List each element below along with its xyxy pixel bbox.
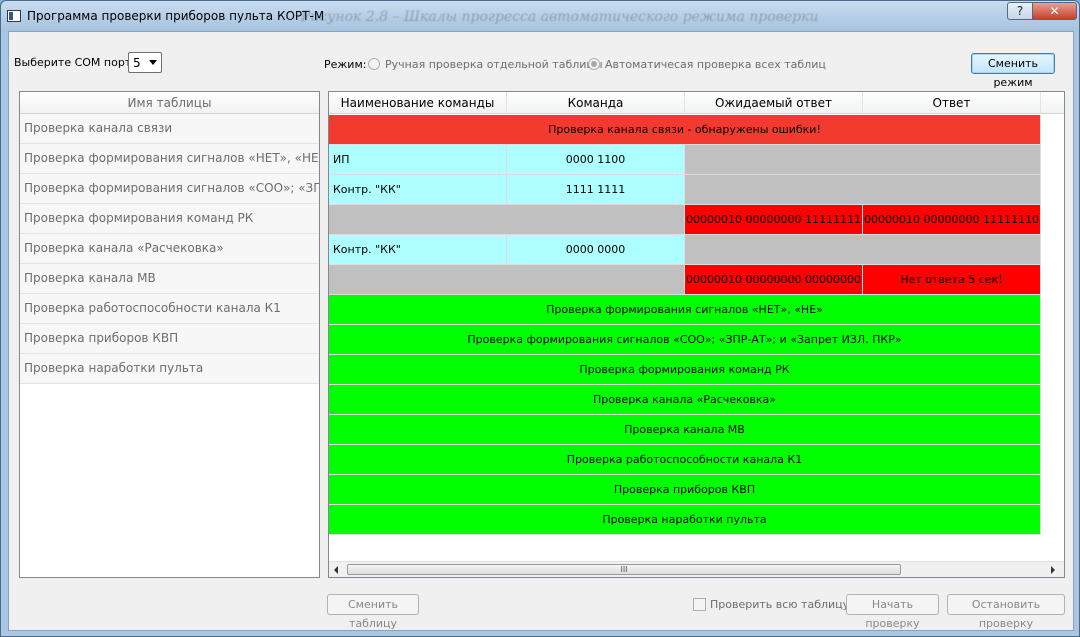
column-header-answer[interactable]: Ответ xyxy=(863,92,1041,114)
results-grid: Наименование команды Команда Ожидаемый о… xyxy=(328,91,1065,578)
mode-label: Режим: xyxy=(324,58,367,71)
check-all-checkbox[interactable] xyxy=(693,598,706,611)
command-code-cell: 1111 1111 xyxy=(507,175,685,205)
manual-mode-label: Ручная проверка отдельной таблицы xyxy=(385,58,603,71)
change-mode-button[interactable]: Сменить режим xyxy=(971,53,1055,89)
success-banner-cell: Проверка формирования команд РК xyxy=(329,355,1041,385)
com-port-select[interactable]: 5 xyxy=(128,52,162,73)
command-code: 0000 0000 xyxy=(565,243,626,256)
column-header-expected[interactable]: Ожидаемый ответ xyxy=(685,92,863,114)
command-name-cell: ИП xyxy=(329,145,507,175)
actual-response: 00000010 00000000 11111110 xyxy=(864,213,1039,226)
table-list: Имя таблицы Проверка канала связи Провер… xyxy=(19,91,320,578)
table-list-item[interactable]: Проверка работоспособности канала К1 xyxy=(20,294,319,324)
expected-response: 00000010 00000000 11111111 xyxy=(686,213,861,226)
success-banner-cell: Проверка канала МВ xyxy=(329,415,1041,445)
scroll-left-icon[interactable] xyxy=(334,566,338,574)
app-window: Программа проверки приборов пульта КОРТ-… xyxy=(0,0,1080,637)
command-name-cell: Контр. "КК" xyxy=(329,175,507,205)
window-title: Программа проверки приборов пульта КОРТ-… xyxy=(27,9,325,23)
com-port-label: Выберите COM порт: xyxy=(14,56,135,69)
command-code: 0000 1100 xyxy=(565,153,626,166)
change-table-button[interactable]: Сменить таблицу xyxy=(327,594,419,630)
command-name-cell: Контр. "КК" xyxy=(329,235,507,265)
expected-response: 00000010 00000000 00000000 xyxy=(686,273,861,286)
success-banner-cell: Проверка наработки пульта xyxy=(329,505,1041,535)
error-banner-cell: Проверка канала связи - обнаружены ошибк… xyxy=(329,115,1041,145)
command-code-cell: 0000 0000 xyxy=(507,235,685,265)
table-list-item[interactable]: Проверка формирования команд РК xyxy=(20,204,319,234)
scroll-right-icon[interactable] xyxy=(1051,566,1055,574)
success-banner-cell: Проверка приборов КВП xyxy=(329,475,1041,505)
table-list-item[interactable]: Проверка канала связи xyxy=(20,114,319,144)
manual-mode-radio[interactable] xyxy=(368,58,380,70)
table-list-item[interactable]: Проверка наработки пульта xyxy=(20,354,319,384)
empty-response-cell xyxy=(685,175,1041,205)
chevron-down-icon xyxy=(149,60,157,65)
empty-command-cell xyxy=(329,265,685,295)
app-icon xyxy=(7,10,21,22)
title-bar[interactable]: Программа проверки приборов пульта КОРТ-… xyxy=(1,1,1079,31)
expected-response-cell: 00000010 00000000 11111111 xyxy=(685,205,863,235)
client-area: Выберите COM порт: 5 Режим: Ручная прове… xyxy=(8,31,1074,631)
actual-response: Нет ответа 5 сек! xyxy=(900,273,1003,286)
actual-response-cell: Нет ответа 5 сек! xyxy=(863,265,1041,295)
table-list-item[interactable]: Проверка приборов КВП xyxy=(20,324,319,354)
empty-response-cell xyxy=(685,145,1041,175)
table-list-item[interactable]: Проверка формирования сигналов «СОО»; «З… xyxy=(20,174,319,204)
table-list-item[interactable]: Проверка формирования сигналов «НЕТ», «Н… xyxy=(20,144,319,174)
table-list-item[interactable]: Проверка канала МВ xyxy=(20,264,319,294)
close-button[interactable]: ✕ xyxy=(1032,2,1077,20)
caption-overlay: Рисунок 2.8 – Шкалы прогресса автоматиче… xyxy=(301,9,819,25)
empty-response-cell xyxy=(685,235,1041,265)
success-banner-cell: Проверка формирования сигналов «НЕТ», «Н… xyxy=(329,295,1041,325)
auto-mode-label: Автоматичесая проверка всех таблиц xyxy=(605,58,826,71)
column-header-command[interactable]: Команда xyxy=(507,92,685,114)
actual-response-cell: 00000010 00000000 11111110 xyxy=(863,205,1041,235)
scrollbar-thumb[interactable]: III xyxy=(347,564,901,575)
com-port-value: 5 xyxy=(133,56,141,70)
success-banner-cell: Проверка формирования сигналов «СОО»; «З… xyxy=(329,325,1041,355)
grid-header: Наименование команды Команда Ожидаемый о… xyxy=(329,92,1064,114)
command-code-cell: 0000 1100 xyxy=(507,145,685,175)
table-list-item[interactable]: Проверка канала «Расчековка» xyxy=(20,234,319,264)
empty-command-cell xyxy=(329,205,685,235)
auto-mode-radio[interactable] xyxy=(588,58,600,70)
stop-check-button[interactable]: Остановить проверку xyxy=(947,594,1065,630)
horizontal-scrollbar[interactable]: III xyxy=(329,561,1064,577)
expected-response-cell: 00000010 00000000 00000000 xyxy=(685,265,863,295)
table-list-header: Имя таблицы xyxy=(20,92,319,114)
success-banner-cell: Проверка работоспособности канала К1 xyxy=(329,445,1041,475)
check-all-label: Проверить всю таблицу xyxy=(710,598,850,611)
start-check-button[interactable]: Начать проверку xyxy=(846,594,939,630)
success-banner-cell: Проверка канала «Расчековка» xyxy=(329,385,1041,415)
command-code: 1111 1111 xyxy=(565,183,626,196)
column-header-name[interactable]: Наименование команды xyxy=(329,92,507,114)
help-button[interactable]: ? xyxy=(1007,2,1033,20)
